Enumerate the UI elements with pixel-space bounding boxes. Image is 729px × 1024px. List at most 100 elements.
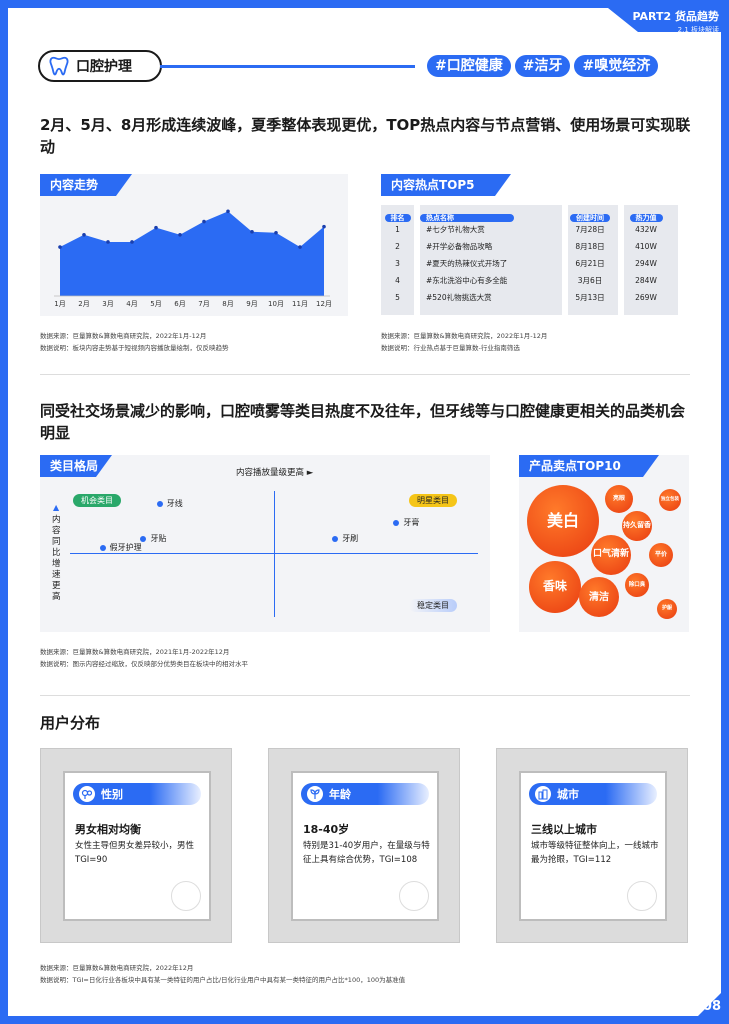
- trend-tick-label: 7月: [198, 300, 209, 308]
- trend-area: [60, 211, 324, 296]
- bubble-fragrance: 香味: [529, 561, 581, 613]
- cell-topic: #520礼物挑选大赏: [426, 293, 492, 302]
- city-chip: 城市: [529, 783, 657, 805]
- quadrant-point: [393, 519, 400, 526]
- user-explanation: 数据说明：TGI=日化行业各板块中具有某一类特征的用户占比/日化行业用户中具有某…: [40, 976, 406, 984]
- tag-teeth-cleaning: #洁牙: [514, 55, 571, 77]
- trend-tick-label: 4月: [126, 300, 137, 308]
- trend-tick-label: 6月: [174, 300, 185, 308]
- gender-chip-label: 性别: [101, 788, 123, 801]
- quadrant-panel: 类目格局 内容播放量级更高 ► ▲ 内容同比增速更高 机会类目 明星类目 稳定类…: [40, 455, 490, 632]
- quadrant-source: 数据来源：巨量算数&算数电商研究院，2021年1月-2022年12月: [40, 648, 230, 656]
- header-heat: 热力值: [629, 214, 663, 222]
- quadrant-point: [156, 500, 163, 507]
- cell-topic: #夏天的热辣仪式开场了: [426, 259, 508, 268]
- age-chip-label: 年龄: [329, 788, 351, 801]
- header-divider: [160, 65, 415, 68]
- age-chip: 年龄: [301, 783, 429, 805]
- divider: [40, 695, 690, 696]
- bubble-fresh-breath: 口气清新: [591, 535, 631, 575]
- tag-olfactory-economy: #嗅觉经济: [574, 55, 659, 77]
- gender-chip: 性别: [73, 783, 201, 805]
- age-card: 年龄 18-40岁 特别是31-40岁用户，在量级与特征上具有综合优势，TGI=…: [268, 748, 460, 943]
- x-axis-label: 内容播放量级更高 ►: [236, 468, 314, 478]
- stable-category-pill: 稳定类目: [409, 599, 457, 612]
- city-title: 三线以上城市: [531, 823, 597, 836]
- bubble-gum-care: 护龈: [657, 599, 677, 619]
- trend-panel: 内容走势 1月 2月 3月 4月 5月 6月 7月 8月 9月 10月 11月 12月: [40, 174, 348, 316]
- trend-tick-label: 2月: [78, 300, 89, 308]
- quadrant-point-label: 牙膏: [403, 517, 420, 527]
- cell-rank: 5: [395, 293, 400, 302]
- header-topic: 热点名称: [420, 214, 514, 222]
- trend-explanation: 数据说明：板块内容走势基于短视频内容播放量绘制，仅反映趋势: [40, 344, 229, 352]
- user-source: 数据来源：巨量算数&算数电商研究院，2022年12月: [40, 964, 194, 972]
- quadrant-point-label: 假牙护理: [109, 542, 142, 552]
- gender-card: 性别 男女相对均衡 女性主导但男女差异较小，男性TGI=90: [40, 748, 232, 943]
- cell-rank: 1: [395, 225, 400, 234]
- trend-point: [82, 233, 86, 237]
- city-description: 城市等级特征整体向上，一线城市最为抢眼，TGI=112: [531, 841, 659, 865]
- bubble-cleaning: 清洁: [579, 577, 619, 617]
- trend-point: [274, 230, 278, 235]
- top5-table: 排名 热点名称 创建时间 热力值 1 #七夕节礼物大赏 7月28日 432W 2…: [381, 205, 689, 315]
- trend-chart: 1月 2月 3月 4月 5月 6月 7月 8月 9月 10月 11月 12月: [54, 209, 332, 308]
- cell-topic: #开学必备物品攻略: [426, 242, 493, 251]
- bubble-affordable: 平价: [649, 543, 673, 567]
- section1-headline: 2月、5月、8月形成连续波峰，夏季整体表现更优，TOP热点内容与节点营销、使用场…: [40, 116, 691, 156]
- cell-heat: 294W: [635, 259, 657, 268]
- part-label: PART2 货品趋势 2.1 板块解读: [632, 8, 719, 35]
- sprout-icon: [307, 786, 323, 802]
- trend-point: [322, 224, 326, 229]
- brand-badge: 口腔护理: [38, 50, 162, 82]
- city-chip-label: 城市: [557, 788, 579, 801]
- tag-list: #口腔健康 #洁牙 #嗅觉经济: [427, 55, 659, 77]
- trend-point: [202, 219, 206, 224]
- part-title: PART2 货品趋势: [632, 10, 719, 23]
- cell-topic: #东北洗浴中心有多全能: [426, 276, 508, 285]
- trend-point: [130, 240, 134, 244]
- star-category-pill: 明星类目: [409, 494, 457, 507]
- brand-name: 口腔护理: [76, 59, 132, 75]
- top5-header: 排名 热点名称 创建时间 热力值: [381, 205, 689, 222]
- cell-date: 3月6日: [577, 276, 603, 285]
- top5-notes: 数据来源：巨量算数&算数电商研究院，2022年1月-12月 数据说明：行业热点基…: [381, 330, 547, 354]
- trend-tick-label: 1月: [54, 300, 65, 308]
- cell-topic: #七夕节礼物大赏: [426, 225, 485, 234]
- cell-rank: 3: [395, 259, 400, 268]
- stamp-icon: [627, 881, 657, 911]
- building-icon: [535, 786, 551, 802]
- trend-tick-label: 3月: [102, 300, 113, 308]
- top5-explanation: 数据说明：行业热点基于巨量算数-行业指南筛选: [381, 344, 520, 352]
- table-row: 1 #七夕节礼物大赏 7月28日 432W: [381, 221, 689, 238]
- trend-notes: 数据来源：巨量算数&算数电商研究院，2022年1月-12月 数据说明：板块内容走…: [40, 330, 229, 354]
- bubble-eye-catching: 亮眼: [605, 485, 633, 513]
- trend-tick-label: 8月: [222, 300, 233, 308]
- trend-source: 数据来源：巨量算数&算数电商研究院，2022年1月-12月: [40, 332, 207, 340]
- gender-title: 男女相对均衡: [75, 823, 141, 836]
- divider: [40, 374, 690, 375]
- user-notes: 数据来源：巨量算数&算数电商研究院，2022年12月 数据说明：TGI=日化行业…: [40, 962, 405, 986]
- trend-tick-label: 12月: [316, 300, 332, 308]
- gender-icon: [79, 786, 95, 802]
- trend-point: [106, 240, 110, 244]
- cell-heat: 410W: [635, 242, 657, 251]
- stamp-icon: [399, 881, 429, 911]
- trend-point: [154, 225, 158, 230]
- bubble-halitosis: 除口臭: [625, 573, 649, 597]
- cell-date: 5月13日: [575, 293, 605, 302]
- bubble-individual-pack: 独立包装: [659, 489, 681, 511]
- cell-date: 6月21日: [575, 259, 605, 268]
- city-card: 城市 三线以上城市 城市等级特征整体向上，一线城市最为抢眼，TGI=112: [496, 748, 688, 943]
- stamp-icon: [171, 881, 201, 911]
- header-rank: 排名: [384, 214, 411, 222]
- bubble-panel: 产品卖点TOP10 美白 香味 清洁 口气清新 持久留香 亮眼 独立包装 平价 …: [519, 455, 689, 632]
- trend-tick-label: 11月: [292, 300, 308, 308]
- cell-date: 7月28日: [575, 225, 605, 234]
- table-row: 2 #开学必备物品攻略 8月18日 410W: [381, 238, 689, 255]
- top5-tab: 内容热点TOP5: [381, 174, 511, 196]
- cell-heat: 432W: [635, 225, 657, 234]
- quadrant-notes: 数据来源：巨量算数&算数电商研究院，2021年1月-2022年12月 数据说明：…: [40, 646, 248, 670]
- table-row: 5 #520礼物挑选大赏 5月13日 269W: [381, 289, 689, 306]
- y-axis-arrow: ▲: [53, 503, 60, 512]
